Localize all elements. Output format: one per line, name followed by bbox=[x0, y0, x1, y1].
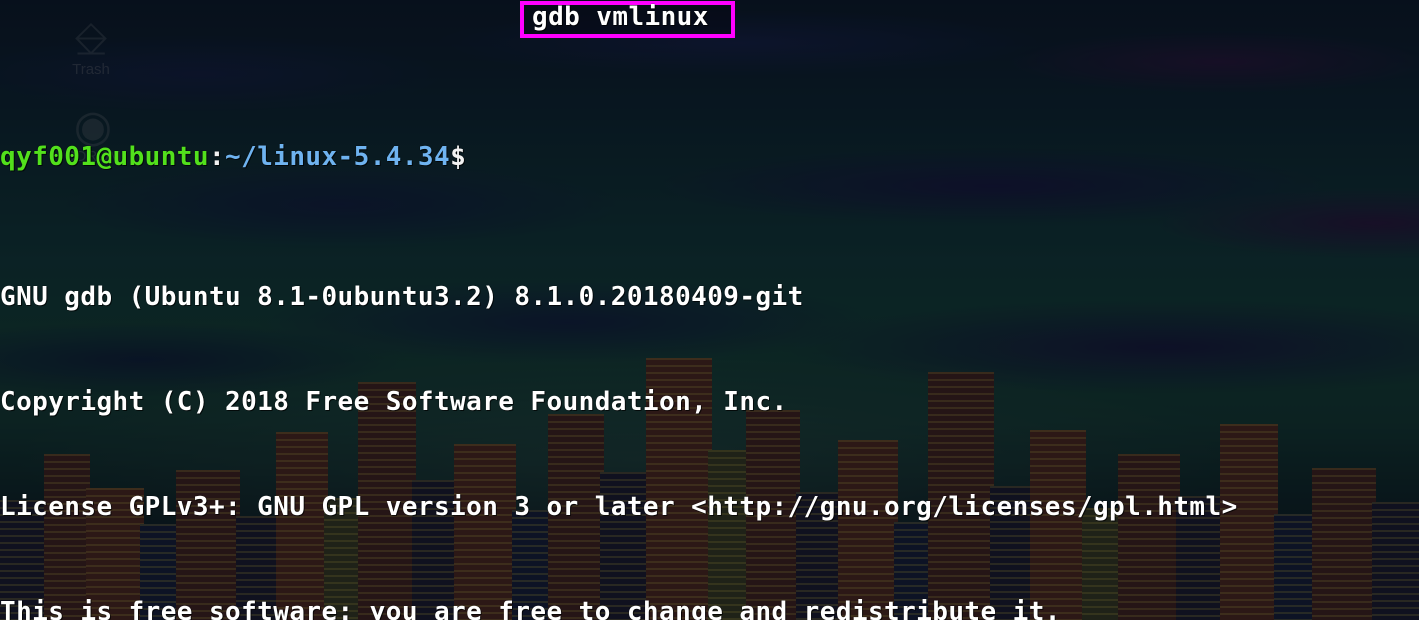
output-line: License GPLv3+: GNU GPL version 3 or lat… bbox=[0, 492, 1238, 522]
prompt-separator: : bbox=[208, 142, 226, 172]
typed-command[interactable]: gdb vmlinux bbox=[532, 0, 709, 35]
prompt-path: ~/linux-5.4.34 bbox=[225, 142, 451, 172]
output-line: GNU gdb (Ubuntu 8.1-0ubuntu3.2) 8.1.0.20… bbox=[0, 282, 804, 312]
prompt-sigil: $ bbox=[450, 142, 467, 172]
terminal-output: qyf001@ubuntu:~/linux-5.4.34$ GNU gdb (U… bbox=[0, 0, 1419, 620]
output-line: This is free software: you are free to c… bbox=[0, 597, 1061, 620]
prompt-line: qyf001@ubuntu:~/linux-5.4.34$ bbox=[0, 140, 1419, 175]
output-line: Copyright (C) 2018 Free Software Foundat… bbox=[0, 387, 788, 417]
terminal-window: ⎒ Trash ◉ CDROM qyf001@ubuntu:~/linux-5.… bbox=[0, 0, 1419, 620]
prompt-user-host: qyf001@ubuntu bbox=[0, 142, 209, 172]
